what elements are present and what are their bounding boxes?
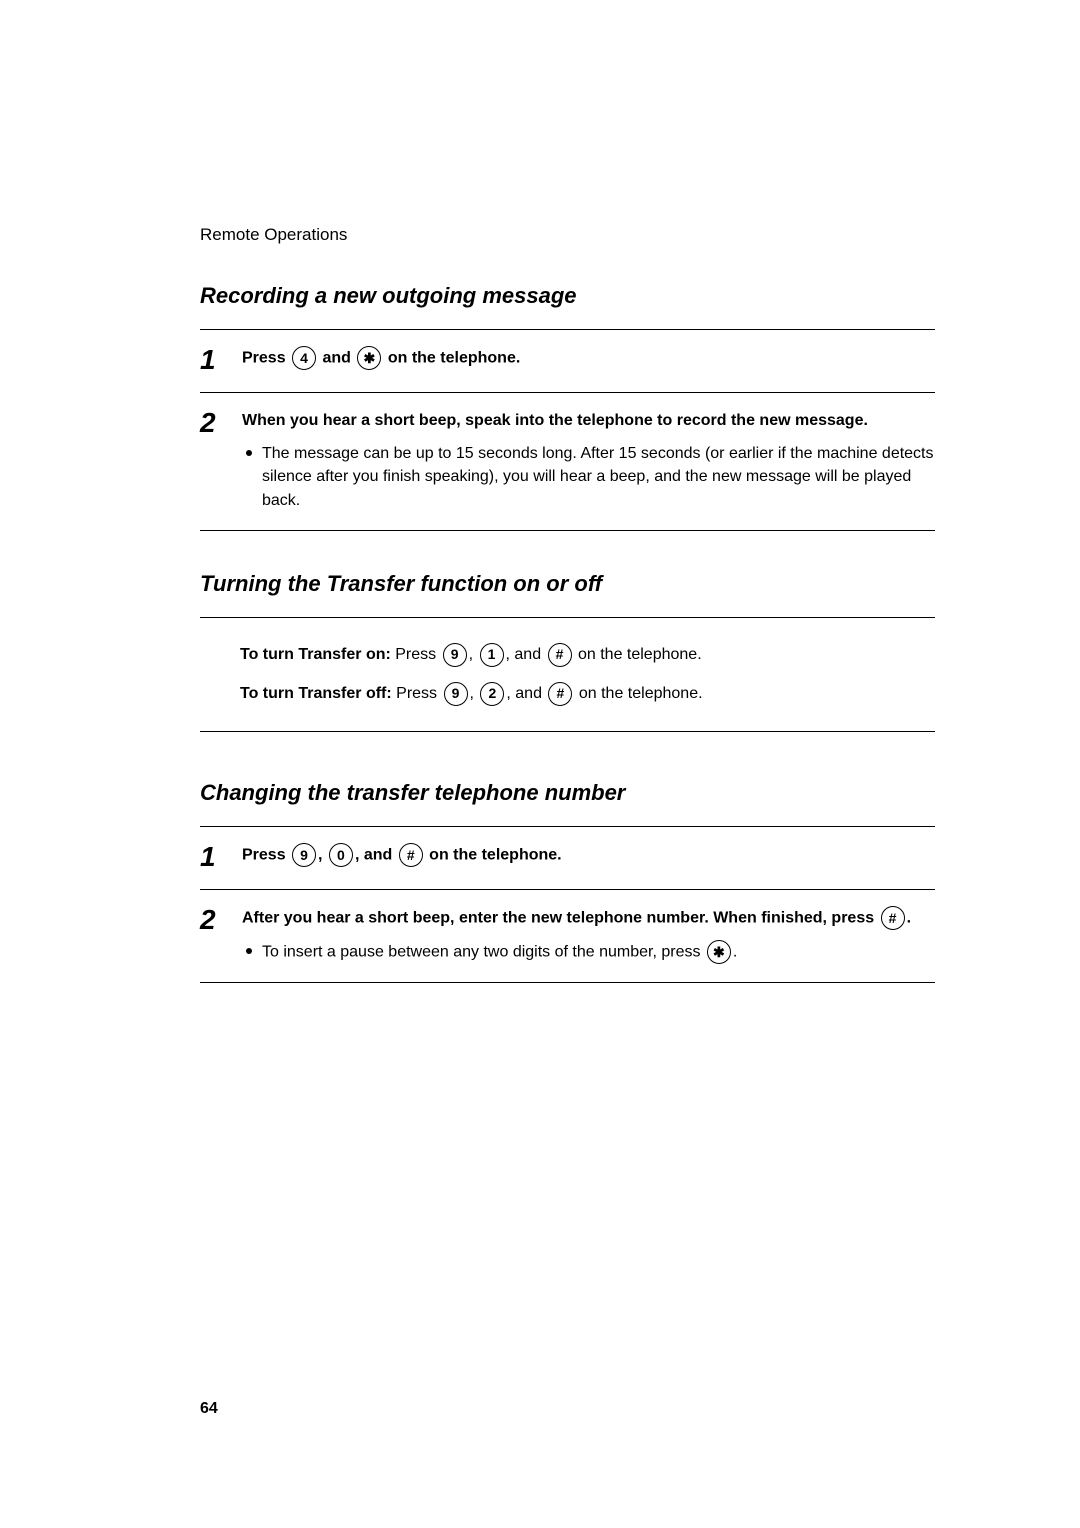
info-text: Press [391,646,441,663]
info-text: , [470,685,479,702]
bullet-icon [246,450,252,456]
info-label: To turn Transfer off: [240,685,392,702]
bullet-text-part: . [733,944,737,961]
key-9-icon: 9 [292,843,316,867]
step-text: and [318,349,355,366]
key-9-icon: 9 [444,682,468,706]
step-text: , and [355,847,397,864]
bullet-item: The message can be up to 15 seconds long… [242,442,935,512]
step-text: on the telephone. [383,349,520,366]
step-number: 1 [200,843,236,871]
key-1-icon: 1 [480,643,504,667]
bullet-text-part: To insert a pause between any two digits… [262,944,705,961]
heading-section2: Turning the Transfer function on or off [200,571,935,597]
step-number: 2 [200,409,236,437]
step-block: 2 When you hear a short beep, speak into… [200,392,935,531]
key-0-icon: 0 [329,843,353,867]
key-hash-icon: # [881,906,905,930]
key-hash-icon: # [548,682,572,706]
page-number: 64 [200,1400,218,1418]
page-content: Remote Operations Recording a new outgoi… [0,0,1080,1528]
bullet-text: To insert a pause between any two digits… [262,940,737,964]
key-star-icon: ✱ [707,940,731,964]
info-text: on the telephone. [574,646,702,663]
step-body: When you hear a short beep, speak into t… [242,409,935,512]
bullet-icon [246,948,252,954]
bullet-text: The message can be up to 15 seconds long… [262,442,935,512]
info-text: , [469,646,478,663]
key-hash-icon: # [399,843,423,867]
step-text: When you hear a short beep, speak into t… [242,412,868,429]
step-number: 1 [200,346,236,374]
step-text: Press [242,349,290,366]
info-text: , and [506,685,546,702]
step-block: 1 Press 4 and ✱ on the telephone. [200,329,935,392]
bullet-item: To insert a pause between any two digits… [242,940,935,964]
info-label: To turn Transfer on: [240,646,391,663]
info-line: To turn Transfer off: Press 9, 2, and # … [240,675,935,714]
step-body: After you hear a short beep, enter the n… [242,906,935,964]
section-header: Remote Operations [200,225,935,245]
info-text: , and [506,646,546,663]
step-body: Press 9, 0, and # on the telephone. [242,843,935,867]
info-box: To turn Transfer on: Press 9, 1, and # o… [200,617,935,733]
info-line: To turn Transfer on: Press 9, 1, and # o… [240,636,935,675]
info-text: Press [392,685,442,702]
key-9-icon: 9 [443,643,467,667]
step-body: Press 4 and ✱ on the telephone. [242,346,935,370]
step-text: Press [242,847,290,864]
step-text: on the telephone. [425,847,562,864]
key-2-icon: 2 [480,682,504,706]
step-text: . [907,910,911,927]
heading-section3: Changing the transfer telephone number [200,780,935,806]
step-number: 2 [200,906,236,934]
key-4-icon: 4 [292,346,316,370]
heading-section1: Recording a new outgoing message [200,283,935,309]
step-block: 2 After you hear a short beep, enter the… [200,889,935,983]
key-hash-icon: # [548,643,572,667]
step-block: 1 Press 9, 0, and # on the telephone. [200,826,935,889]
info-text: on the telephone. [574,685,702,702]
key-star-icon: ✱ [357,346,381,370]
step-text: , [318,847,327,864]
step-text: After you hear a short beep, enter the n… [242,910,879,927]
